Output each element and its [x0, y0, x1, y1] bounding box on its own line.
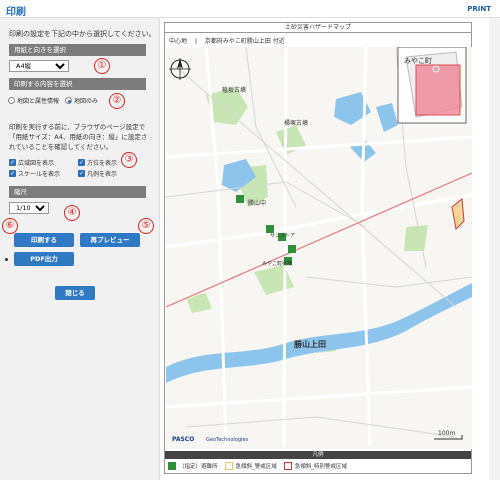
place-label: サンストア — [270, 233, 295, 239]
place-label: 勝山中 — [248, 199, 266, 207]
checkbox-legend[interactable]: ✓ 凡例を表示 — [78, 169, 117, 178]
print-button[interactable]: 印刷する — [14, 233, 74, 247]
content-section-header: 印刷する内容を選択 — [9, 78, 146, 90]
map-preview: 土砂災害ハザードマップ 中心地 | 京都府みやこ町勝山上田 付近 みやこ町 勝山… — [164, 22, 472, 474]
place-label: 橘塚古墳 — [284, 119, 308, 127]
paper-section-header: 用紙と向きを選択 — [9, 44, 146, 56]
checkbox-checked-icon: ✓ — [78, 170, 85, 177]
marker-3: ③ — [121, 152, 137, 168]
legend-warning: 急傾斜_警戒区域 — [235, 464, 277, 470]
radio-label-map-only: 地図のみ — [74, 98, 99, 105]
checkbox-label-scale: スケールを表示 — [18, 171, 61, 178]
content-radio-group: 地図と属性情報 地図のみ — [8, 96, 98, 105]
page-title: 印刷 — [6, 7, 26, 18]
intro-text: 印刷の設定を下記の中から選択してください。 — [9, 30, 156, 38]
overview-inset: みやこ町 — [397, 47, 467, 124]
geo-logo: GeoTechnologies — [206, 437, 249, 443]
marker-1: ① — [94, 58, 110, 74]
app-header: 印刷 PRINT — [0, 0, 500, 18]
checkbox-checked-icon: ✓ — [78, 159, 85, 166]
map-canvas[interactable]: みやこ町 勝山上田 植坂古墳 橘塚古墳 勝山中 みやこ町役場 サンストア 100… — [166, 47, 472, 449]
pasco-logo: PASCO — [172, 436, 194, 443]
place-label: 勝山上田 — [294, 339, 326, 349]
legend-shelter: （指定）避難所 — [179, 464, 218, 470]
checkbox-label-legend: 凡例を表示 — [87, 171, 118, 178]
checkbox-checked-icon: ✓ — [9, 159, 16, 166]
legend-title: 凡例 — [165, 451, 471, 459]
bullet-dot — [5, 258, 8, 261]
place-label: 植坂古墳 — [222, 86, 246, 94]
checkbox-overview[interactable]: ✓ 広域図を表示 — [9, 158, 54, 167]
radio-label-map-and-attr: 地図と属性情報 — [17, 98, 60, 105]
place-label: みやこ町役場 — [262, 260, 292, 267]
notice-line-1: 印刷を実行する前に、ブラウザのページ設定で — [9, 123, 146, 131]
notice-line-2: 「用紙サイズ：A4、用紙の向き：縦」に設定さ — [9, 133, 148, 141]
marker-6: ⑥ — [2, 218, 18, 234]
shelter-icon — [168, 462, 176, 470]
scale-label: 100m — [438, 430, 455, 437]
radio-map-and-attr[interactable] — [8, 97, 15, 104]
danger-zone-icon — [283, 462, 292, 470]
settings-panel: 印刷の設定を下記の中から選択してください。 用紙と向きを選択 A4縦 印刷する内… — [0, 18, 160, 480]
marker-5: ⑤ — [138, 218, 154, 234]
pdf-button[interactable]: PDF出力 — [14, 252, 74, 266]
close-button[interactable]: 閉じる — [55, 286, 95, 300]
map-title: 土砂災害ハザードマップ — [165, 23, 471, 33]
repreview-button[interactable]: 再プレビュー — [80, 233, 140, 247]
marker-4: ④ — [64, 205, 80, 221]
warning-zone-icon — [224, 462, 233, 470]
location-label: 中心地 — [169, 38, 188, 45]
print-link[interactable]: PRINT — [467, 5, 491, 13]
map-location: 中心地 | 京都府みやこ町勝山上田 付近 — [169, 38, 285, 45]
location-value: 京都府みやこ町勝山上田 付近 — [204, 38, 285, 45]
scale-select[interactable]: 1/10000 — [9, 202, 49, 214]
notice-line-3: れていることを確認してください。 — [9, 143, 113, 151]
marker-2: ② — [109, 93, 125, 109]
checkbox-scale[interactable]: ✓ スケールを表示 — [9, 169, 60, 178]
radio-map-only[interactable] — [65, 97, 73, 104]
legend-danger: 急傾斜_特別警戒区域 — [294, 464, 348, 470]
checkbox-label-overview: 広域図を表示 — [18, 160, 55, 167]
checkbox-label-direction: 方位を表示 — [87, 160, 118, 167]
legend-row: （指定）避難所 急傾斜_警戒区域 急傾斜_特別警戒区域 — [165, 459, 471, 473]
checkbox-direction[interactable]: ✓ 方位を表示 — [78, 158, 117, 167]
scale-section-header: 縮尺 — [9, 186, 146, 198]
checkbox-checked-icon: ✓ — [9, 170, 16, 177]
vertical-scrollbar[interactable] — [489, 18, 500, 480]
paper-select[interactable]: A4縦 — [9, 60, 69, 72]
overview-label: みやこ町 — [404, 57, 432, 65]
